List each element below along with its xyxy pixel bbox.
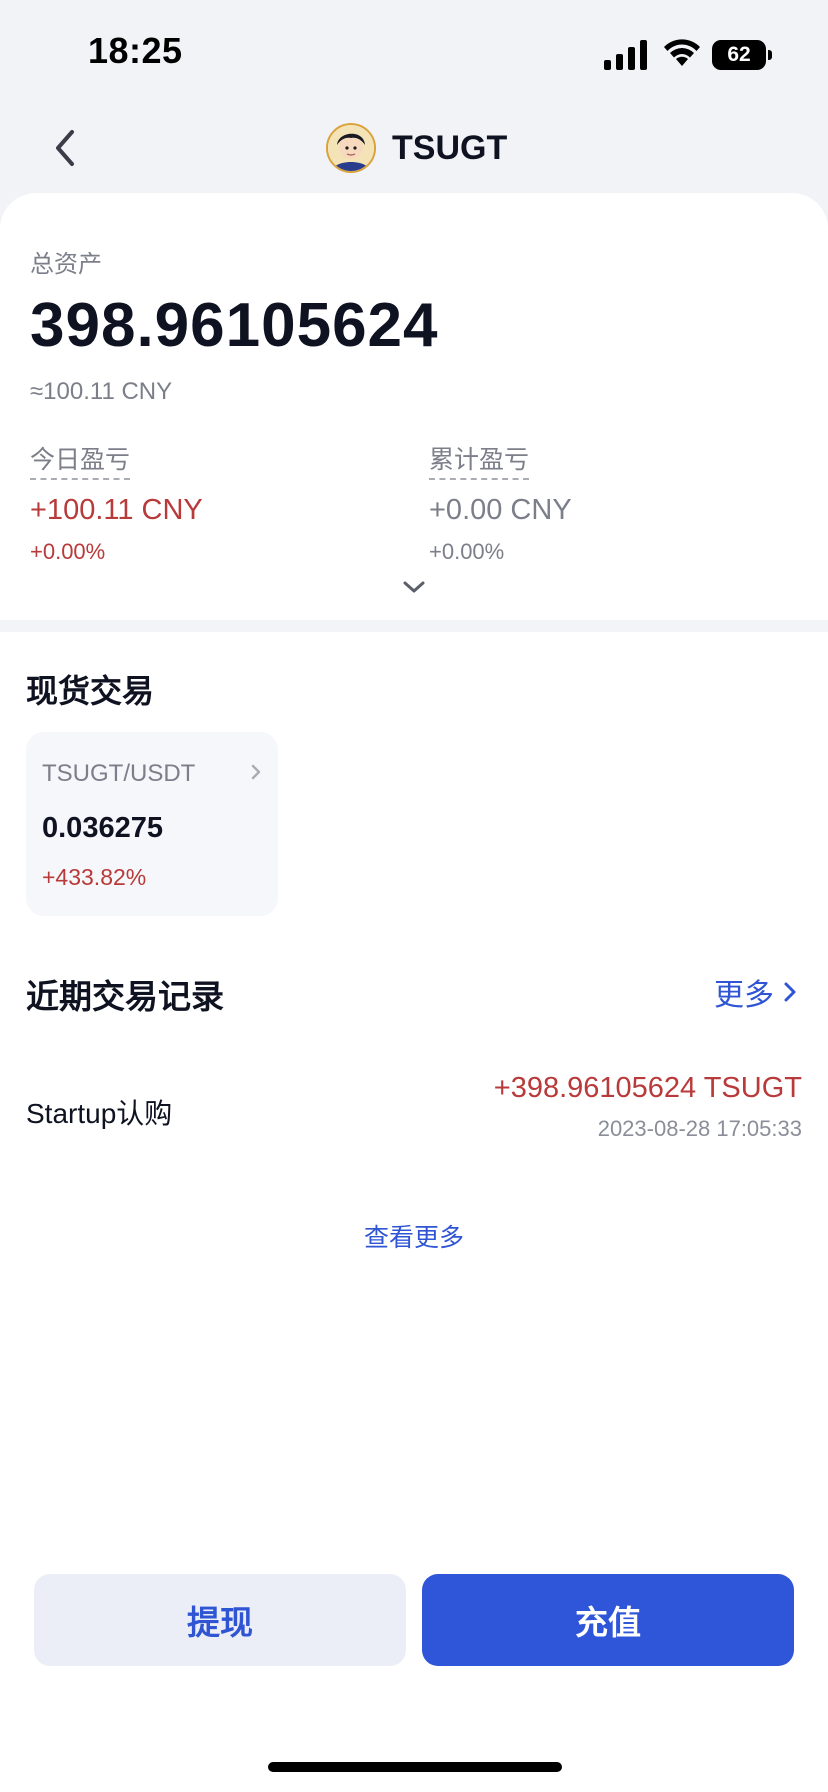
page-title: TSUGT <box>392 128 508 167</box>
header-title-group: TSUGT <box>326 120 507 176</box>
cumulative-pnl-amount: +0.00 CNY <box>429 494 572 526</box>
spot-trading-title: 现货交易 <box>26 673 155 709</box>
chevron-right-icon <box>251 764 261 780</box>
chevron-right-icon <box>784 982 796 1002</box>
recent-transactions-title: 近期交易记录 <box>26 978 224 1015</box>
section-divider <box>0 620 828 632</box>
battery-icon: 62 <box>712 40 772 70</box>
signal-icon <box>604 40 647 70</box>
chevron-left-icon <box>56 130 74 166</box>
battery-level: 62 <box>712 40 766 70</box>
spot-pair-card[interactable]: TSUGT/USDT 0.036275 +433.82% <box>26 732 278 916</box>
transaction-name: Startup认购 <box>26 1098 173 1129</box>
home-indicator <box>268 1762 562 1772</box>
deposit-button[interactable]: 充值 <box>422 1574 794 1666</box>
back-button[interactable] <box>46 124 86 172</box>
cumulative-pnl-percent: +0.00% <box>429 539 505 564</box>
transaction-row[interactable]: Startup认购 +398.96105624 TSUGT 2023-08-28… <box>26 1064 802 1164</box>
battery-cap <box>768 50 772 60</box>
total-assets-approx: ≈100.11 CNY <box>30 378 173 405</box>
view-more-link[interactable]: 查看更多 <box>0 1218 828 1254</box>
token-avatar <box>326 123 376 173</box>
withdraw-button[interactable]: 提现 <box>34 1574 406 1666</box>
spot-pair-name: TSUGT/USDT <box>42 760 196 787</box>
total-assets-value: 398.96105624 <box>30 291 439 360</box>
wifi-icon <box>664 39 700 66</box>
avatar-image <box>328 125 374 171</box>
more-link-label: 更多 <box>714 979 774 1012</box>
today-pnl-label[interactable]: 今日盈亏 <box>30 440 131 480</box>
chevron-down-icon[interactable] <box>401 578 427 596</box>
today-pnl-amount: +100.11 CNY <box>30 494 203 526</box>
spot-pair-change: +433.82% <box>42 864 147 890</box>
transaction-time: 2023-08-28 17:05:33 <box>597 1116 802 1141</box>
today-pnl: 今日盈亏 +100.11 CNY +0.00% <box>30 440 203 565</box>
today-pnl-percent: +0.00% <box>30 539 106 564</box>
total-assets-label: 总资产 <box>30 251 102 278</box>
cumulative-pnl-label[interactable]: 累计盈亏 <box>429 440 530 480</box>
transaction-amount: +398.96105624 TSUGT <box>493 1072 802 1104</box>
cumulative-pnl: 累计盈亏 +0.00 CNY +0.00% <box>429 440 572 565</box>
more-link[interactable]: 更多 <box>714 970 798 1014</box>
spot-pair-price: 0.036275 <box>42 812 163 844</box>
status-time: 18:25 <box>88 30 183 71</box>
